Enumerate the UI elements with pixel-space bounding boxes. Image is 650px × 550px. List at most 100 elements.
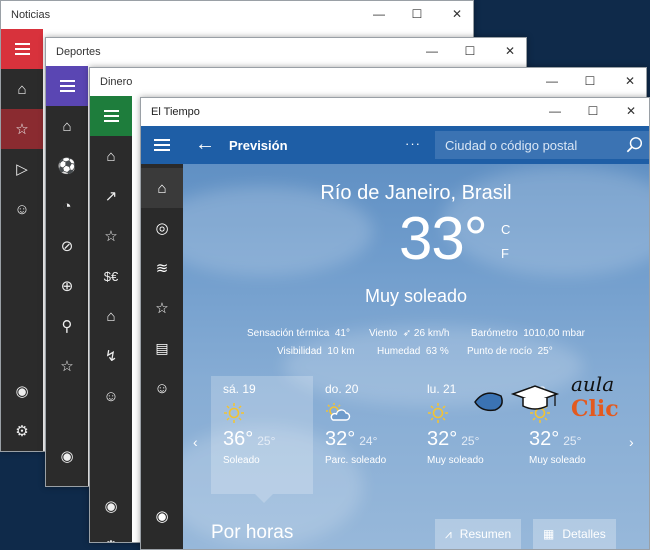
settings-icon[interactable]: ⚙ bbox=[90, 526, 132, 542]
summary-button[interactable]: ⩘ Resumen bbox=[435, 519, 522, 549]
currency-icon[interactable]: $€ bbox=[90, 256, 132, 296]
smiley-icon[interactable]: ☺ bbox=[141, 368, 183, 408]
top-bar: ← Previsión ··· Ciudad o código postal bbox=[183, 126, 649, 164]
minimize-button[interactable]: — bbox=[542, 72, 562, 90]
feels-value: 41° bbox=[334, 328, 350, 339]
humidity: Humedad 63 % bbox=[377, 346, 449, 357]
history-chart-icon[interactable]: ≋ bbox=[141, 248, 183, 288]
wind-label: Viento bbox=[369, 328, 398, 339]
current-temperature: 33° bbox=[399, 205, 488, 272]
hamburger-menu-button[interactable] bbox=[141, 126, 183, 164]
home-icon[interactable]: ⌂ bbox=[141, 168, 183, 208]
soccer-icon[interactable]: ⚽ bbox=[46, 146, 88, 186]
basketball-icon[interactable]: ⊕ bbox=[46, 266, 88, 306]
previous-arrow-icon[interactable]: ‹ bbox=[193, 434, 198, 450]
hamburger-menu-button[interactable] bbox=[1, 29, 43, 69]
smiley-icon[interactable]: ☺ bbox=[1, 189, 43, 229]
watermark-text-aula: aula bbox=[571, 372, 615, 396]
nav-rail: ⌂ ◎ ≋ ☆ ▤ ☺ ◉ ⚙ bbox=[141, 126, 183, 549]
account-icon[interactable]: ◉ bbox=[90, 486, 132, 526]
forecast-day-label: sá. 19 bbox=[223, 382, 256, 396]
radar-icon[interactable]: ◎ bbox=[141, 208, 183, 248]
favorites-icon[interactable]: ☆ bbox=[46, 346, 88, 386]
titlebar[interactable]: Deportes — ☐ ✕ bbox=[46, 38, 526, 66]
pressure-label: Barómetro bbox=[471, 328, 518, 339]
account-icon[interactable]: ◉ bbox=[1, 371, 43, 411]
house-icon[interactable]: ⌂ bbox=[90, 296, 132, 336]
humidity-value: 63 % bbox=[425, 346, 449, 357]
forecast-high: 32° bbox=[529, 428, 560, 450]
forecast-high: 32° bbox=[427, 428, 458, 450]
forecast-low: 25° bbox=[563, 434, 582, 448]
summary-label: Resumen bbox=[459, 527, 512, 541]
close-button[interactable]: ✕ bbox=[447, 5, 467, 23]
account-icon[interactable]: ◉ bbox=[141, 496, 183, 536]
account-icon[interactable]: ◉ bbox=[46, 436, 88, 476]
forecast-condition: Soleado bbox=[223, 455, 260, 466]
search-box[interactable]: Ciudad o código postal bbox=[435, 131, 649, 159]
gauge-icon[interactable]: ◔ bbox=[46, 186, 88, 226]
settings-icon[interactable]: ⚙ bbox=[141, 536, 183, 549]
close-button[interactable]: ✕ bbox=[620, 72, 640, 90]
close-button[interactable]: ✕ bbox=[621, 102, 641, 120]
titlebar[interactable]: Noticias — ☐ ✕ bbox=[1, 1, 473, 29]
smiley-icon[interactable]: ☺ bbox=[90, 376, 132, 416]
nav-rail: ⌂ ⚽ ◔ ⊘ ⊕ ⚲ ☆ ◉ ⚙ bbox=[46, 66, 88, 486]
titlebar[interactable]: Dinero — ☐ ✕ bbox=[90, 68, 646, 96]
hamburger-menu-button[interactable] bbox=[90, 96, 132, 136]
favorites-icon[interactable]: ☆ bbox=[90, 216, 132, 256]
visibility-label: Visibilidad bbox=[277, 346, 322, 357]
dew-label: Punto de rocío bbox=[467, 346, 533, 357]
titlebar[interactable]: El Tiempo — ☐ ✕ bbox=[141, 98, 649, 126]
maximize-button[interactable]: ☐ bbox=[580, 72, 600, 90]
search-icon[interactable] bbox=[626, 136, 644, 154]
maximize-button[interactable]: ☐ bbox=[407, 5, 427, 23]
baseball-icon[interactable]: ⊘ bbox=[46, 226, 88, 266]
unit-celsius[interactable]: C bbox=[501, 222, 510, 237]
aulaclic-watermark-logo: aula Clic bbox=[473, 370, 633, 430]
nav-rail: ⌂ ↗ ☆ $€ ⌂ ↯ ☺ ◉ ⚙ bbox=[90, 96, 132, 542]
settings-icon[interactable]: ⚙ bbox=[46, 476, 88, 486]
forecast-day[interactable]: do. 20 32° 24° Parc. soleado bbox=[325, 382, 386, 466]
minimize-button[interactable]: — bbox=[545, 102, 565, 120]
more-options-button[interactable]: ··· bbox=[405, 136, 421, 151]
home-icon[interactable]: ⌂ bbox=[90, 136, 132, 176]
unit-fahrenheit[interactable]: F bbox=[501, 246, 509, 261]
close-button[interactable]: ✕ bbox=[500, 42, 520, 60]
feels-label: Sensación térmica bbox=[247, 328, 330, 339]
news-icon[interactable]: ▤ bbox=[141, 328, 183, 368]
play-icon[interactable]: ▷ bbox=[1, 149, 43, 189]
forecast-condition: Muy soleado bbox=[427, 455, 484, 466]
wind: Viento ➶ 26 km/h bbox=[369, 328, 450, 339]
trend-icon[interactable]: ↗ bbox=[90, 176, 132, 216]
forecast-high: 32° bbox=[325, 428, 356, 450]
wind-value: 26 km/h bbox=[413, 328, 450, 339]
dew-point: Punto de rocío 25° bbox=[467, 346, 553, 357]
home-icon[interactable]: ⌂ bbox=[46, 106, 88, 146]
details-button[interactable]: ▦ Detalles bbox=[533, 519, 616, 549]
details-icon: ▦ bbox=[543, 527, 555, 541]
maximize-button[interactable]: ☐ bbox=[460, 42, 480, 60]
search-input[interactable]: Ciudad o código postal bbox=[445, 138, 577, 153]
back-arrow-icon[interactable]: ← bbox=[195, 134, 215, 154]
settings-icon[interactable]: ⚙ bbox=[1, 411, 43, 451]
minimize-button[interactable]: — bbox=[369, 5, 389, 23]
favorites-icon[interactable]: ☆ bbox=[141, 288, 183, 328]
next-arrow-icon[interactable]: › bbox=[629, 434, 634, 450]
golf-icon[interactable]: ⚲ bbox=[46, 306, 88, 346]
window-el-tiempo[interactable]: El Tiempo — ☐ ✕ ⌂ ◎ ≋ ☆ ▤ ☺ ◉ ⚙ ← Previs… bbox=[140, 97, 650, 550]
minimize-button[interactable]: — bbox=[422, 42, 442, 60]
forecast-low: 25° bbox=[257, 434, 276, 448]
maximize-button[interactable]: ☐ bbox=[583, 102, 603, 120]
chart-icon[interactable]: ↯ bbox=[90, 336, 132, 376]
feels-like: Sensación térmica 41° bbox=[247, 328, 350, 339]
forecast-low: 24° bbox=[359, 434, 378, 448]
hamburger-menu-button[interactable] bbox=[46, 66, 88, 106]
home-icon[interactable]: ⌂ bbox=[1, 69, 43, 109]
dew-value: 25° bbox=[537, 346, 553, 357]
forecast-day[interactable]: sá. 19 36° 25° Soleado bbox=[223, 382, 275, 466]
favorites-icon[interactable]: ☆ bbox=[1, 109, 43, 149]
graduation-cap-icon bbox=[474, 385, 560, 412]
visibility-value: 10 km bbox=[327, 346, 355, 357]
current-condition: Muy soleado bbox=[364, 286, 468, 306]
